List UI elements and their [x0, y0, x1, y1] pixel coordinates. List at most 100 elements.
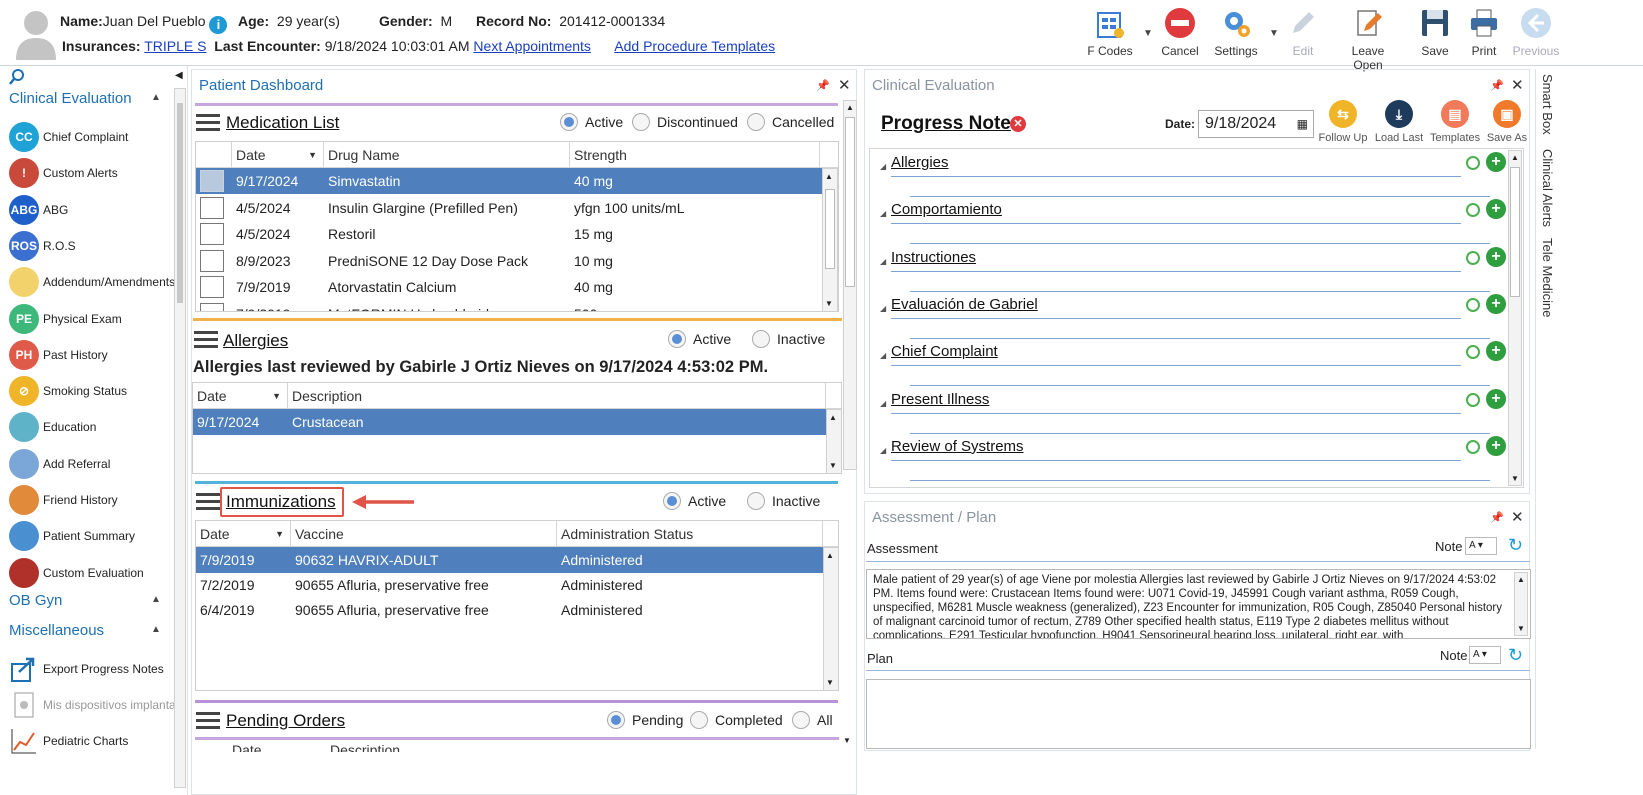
note-section-title[interactable]: Allergies	[891, 154, 949, 171]
medication-scrollbar[interactable]: ▲ ▼	[822, 168, 838, 311]
immunizations-scrollbar[interactable]: ▲ ▼	[823, 547, 838, 690]
tab-smart-box[interactable]: Smart Box	[1540, 74, 1555, 135]
add-icon[interactable]: +	[1486, 152, 1506, 172]
allergies-title[interactable]: Allergies	[223, 331, 288, 351]
cancel-button[interactable]: Cancel	[1150, 6, 1210, 62]
menu-icon[interactable]	[196, 114, 220, 132]
assessment-scrollbar[interactable]: ▲ ▼	[1514, 572, 1528, 636]
note-section-allergies[interactable]: ◢ Allergies +	[880, 152, 1510, 197]
alarm-clock-icon[interactable]	[1466, 203, 1480, 218]
add-icon[interactable]: +	[1486, 293, 1506, 314]
pin-icon[interactable]: 📌	[1490, 511, 1504, 524]
save-as-button[interactable]: ▣ Save As	[1482, 100, 1532, 144]
table-row[interactable]: 9/17/2024 Crustacean	[193, 409, 826, 435]
immunizations-title[interactable]: Immunizations	[226, 492, 336, 512]
nav-item-addendum-amendments[interactable]: Addendum/Amendments	[9, 265, 175, 299]
note-section-review-of-systrems[interactable]: ◢ Review of Systrems +	[880, 435, 1510, 481]
radio-pending[interactable]: Pending	[607, 711, 683, 729]
nav-item-smoking-status[interactable]: ⊘ Smoking Status	[9, 374, 127, 408]
tab-tele-medicine[interactable]: Tele Medicine	[1540, 238, 1555, 318]
scroll-up-icon[interactable]: ▲	[826, 551, 834, 560]
print-button[interactable]: Print	[1454, 6, 1514, 62]
nav-item-pediatric-charts[interactable]: Pediatric Charts	[9, 724, 128, 758]
assessment-note-dropdown[interactable]: A ▾	[1465, 537, 1497, 555]
scroll-up-icon[interactable]: ▲	[829, 413, 837, 422]
column-header-strength[interactable]: Strength	[570, 142, 820, 167]
expand-triangle-icon[interactable]: ◢	[880, 399, 886, 408]
row-checkbox[interactable]	[196, 168, 232, 194]
refresh-icon[interactable]: ↻	[1508, 645, 1523, 666]
note-section-title[interactable]: Instructiones	[891, 249, 976, 266]
alarm-clock-icon[interactable]	[1466, 297, 1480, 312]
alarm-clock-icon[interactable]	[1466, 439, 1480, 454]
left-nav-scrollbar[interactable]	[174, 88, 186, 788]
nav-item-implanted-devices[interactable]: Mis dispositivos implanta	[9, 688, 176, 722]
checkbox[interactable]	[200, 276, 224, 299]
note-section-title[interactable]: Review of Systrems	[891, 438, 1024, 455]
table-row[interactable]: 8/9/2023 PredniSONE 12 Day Dose Pack 10 mg	[196, 248, 822, 274]
nav-item-abg[interactable]: ABG ABG	[9, 193, 68, 227]
table-row[interactable]: 4/5/2024 Insulin Glargine (Prefilled Pen)…	[196, 195, 822, 221]
scroll-up-icon[interactable]: ▲	[1511, 153, 1519, 162]
table-row[interactable]: 7/9/2019 Atorvastatin Calcium 40 mg	[196, 274, 822, 300]
info-icon[interactable]: i	[209, 16, 228, 34]
note-section-title[interactable]: Evaluación de Gabriel	[891, 296, 1038, 313]
table-row[interactable]: 7/2/2019 90655 Afluria, preservative free…	[196, 572, 823, 598]
column-header-drug-name[interactable]: Drug Name	[324, 142, 570, 167]
pin-icon[interactable]: 📌	[1490, 79, 1504, 92]
add-icon[interactable]: +	[1486, 388, 1506, 409]
checkbox[interactable]	[200, 249, 224, 272]
radio-active[interactable]: Active	[668, 330, 731, 348]
nav-item-physical-exam[interactable]: PE Physical Exam	[9, 302, 122, 336]
table-row[interactable]: 6/4/2019 90655 Afluria, preservative free…	[196, 597, 823, 623]
note-section-present-illness[interactable]: ◢ Present Illness +	[880, 388, 1510, 434]
nav-item-custom-evaluation[interactable]: Custom Evaluation	[9, 556, 144, 590]
nav-item-r-o-s[interactable]: ROS R.O.S	[9, 229, 76, 263]
scroll-up-icon[interactable]: ▲	[825, 172, 833, 181]
tab-clinical-alerts[interactable]: Clinical Alerts	[1540, 149, 1555, 227]
next-appointments-link[interactable]: Next Appointments	[473, 38, 591, 54]
add-procedure-templates-link[interactable]: Add Procedure Templates	[614, 38, 775, 54]
assessment-textarea[interactable]: Male patient of 29 year(s) of age Viene …	[866, 569, 1531, 639]
close-icon[interactable]: ✕	[838, 76, 851, 94]
table-row[interactable]: 7/9/2019 90632 HAVRIX-ADULT Administered	[196, 547, 823, 573]
insurance-link[interactable]: TRIPLE S	[144, 38, 206, 54]
expand-triangle-icon[interactable]: ◢	[880, 209, 886, 218]
load-last-button[interactable]: ⤓ Load Last	[1374, 100, 1424, 144]
leave-open-button[interactable]: Leave Open	[1338, 6, 1398, 72]
alarm-clock-icon[interactable]	[1466, 250, 1480, 265]
radio-active[interactable]: Active	[560, 113, 623, 131]
menu-icon[interactable]	[196, 493, 220, 511]
note-section-evaluaci-n-de-gabriel[interactable]: ◢ Evaluación de Gabriel +	[880, 293, 1510, 339]
checkbox[interactable]	[200, 170, 224, 192]
refresh-icon[interactable]: ↻	[1508, 535, 1523, 556]
scroll-down-icon[interactable]: ▼	[843, 736, 851, 745]
settings-button[interactable]: Settings	[1206, 6, 1266, 62]
collapse-nav-icon[interactable]: ◀	[175, 70, 183, 81]
radio-inactive[interactable]: Inactive	[747, 492, 820, 510]
scroll-up-icon[interactable]: ▲	[1517, 575, 1525, 584]
scroll-down-icon[interactable]: ▼	[829, 461, 837, 470]
close-icon[interactable]: ✕	[1511, 508, 1524, 526]
calendar-icon[interactable]: ▦	[1297, 117, 1308, 131]
pending-column-header-date[interactable]: Date	[232, 742, 262, 752]
note-section-title[interactable]: Chief Complaint	[891, 343, 998, 360]
pending-column-header-description[interactable]: Description	[330, 742, 400, 752]
scroll-up-icon[interactable]: ▲	[846, 103, 854, 112]
note-section-chief-complaint[interactable]: ◢ Chief Complaint +	[880, 341, 1510, 387]
radio-all[interactable]: All	[792, 711, 833, 729]
note-section-title[interactable]: Comportamiento	[891, 201, 1002, 218]
nav-item-add-referral[interactable]: Add Referral	[9, 447, 110, 481]
scroll-down-icon[interactable]: ▼	[826, 678, 834, 687]
row-checkbox[interactable]	[196, 301, 232, 311]
add-icon[interactable]: +	[1486, 435, 1506, 456]
templates-button[interactable]: ▤ Templates	[1430, 100, 1480, 144]
add-icon[interactable]: +	[1486, 341, 1506, 362]
table-row[interactable]: 7/9/2019MetFORMIN Hydrochloride500 mg	[196, 301, 822, 311]
column-header-description[interactable]: Description	[288, 383, 826, 408]
radio-completed[interactable]: Completed	[690, 711, 783, 729]
edit-button[interactable]: Edit	[1273, 6, 1333, 62]
checkbox[interactable]	[200, 223, 224, 246]
row-checkbox[interactable]	[196, 248, 232, 274]
progress-note-title[interactable]: Progress Note	[881, 113, 1011, 135]
